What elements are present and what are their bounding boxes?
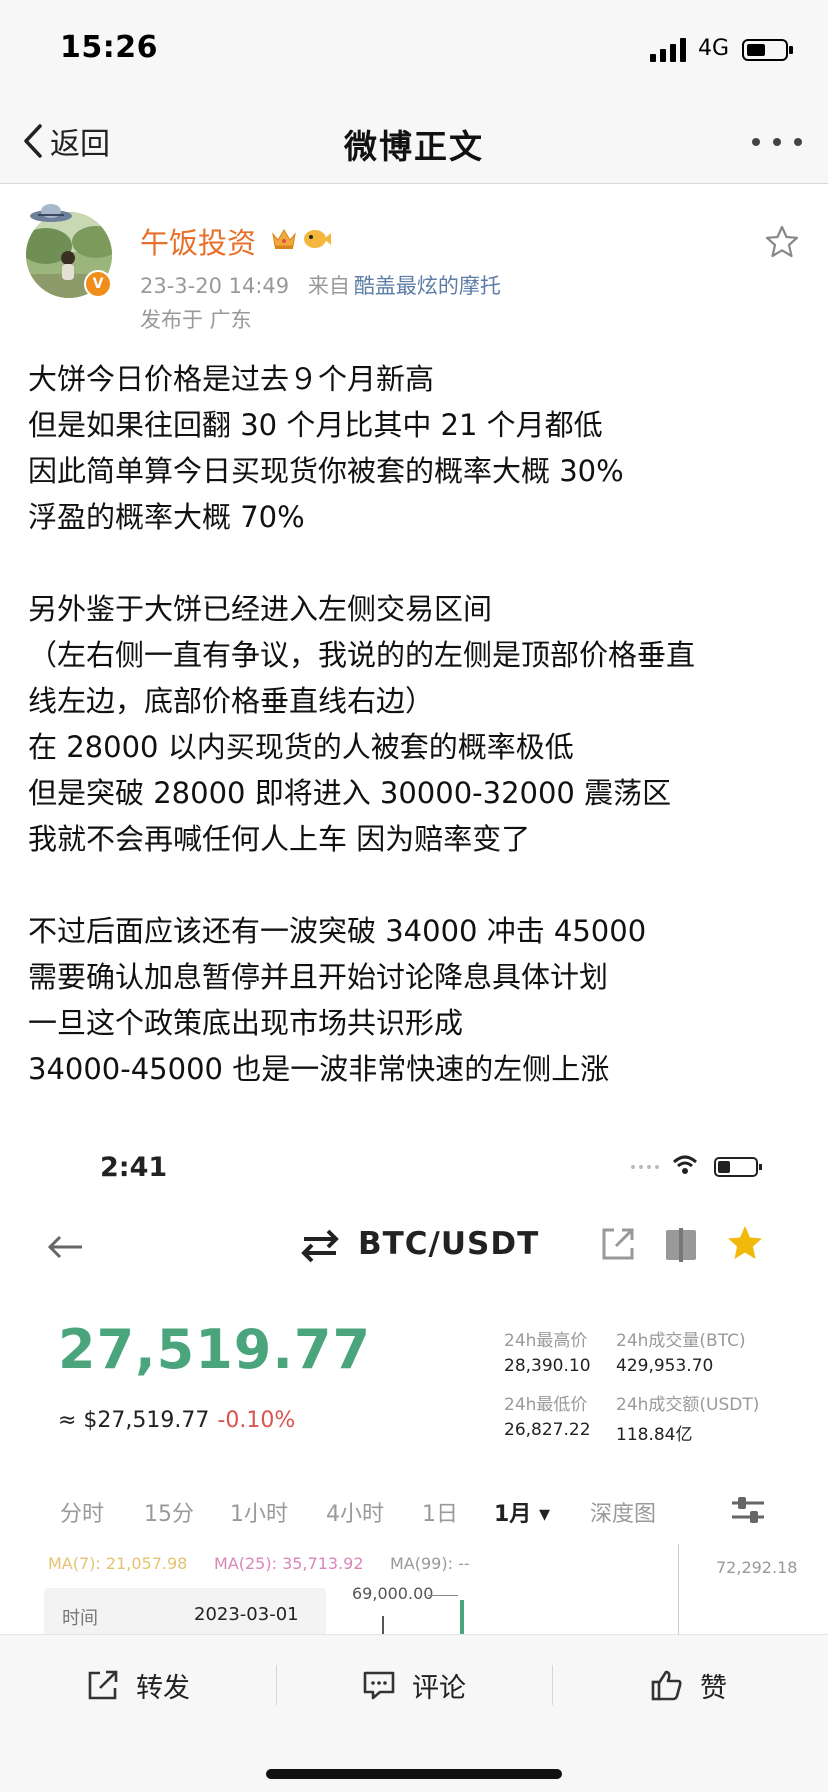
- fiat-value: ≈ $27,519.77: [58, 1408, 210, 1433]
- verified-badge-icon: V: [84, 270, 112, 298]
- content-line: 因此简单算今日买现货你被套的概率大概 30%: [28, 454, 624, 488]
- content-line: 但是如果往回翻 30 个月比其中 21 个月都低: [28, 408, 603, 442]
- price-level-label: 69,000.00: [352, 1584, 434, 1603]
- content-line: 在 28000 以内买现货的人被套的概率极低: [28, 730, 574, 764]
- page-title: 微博正文: [344, 127, 484, 166]
- status-bar: 15:26 4G: [0, 0, 828, 100]
- price-change: -0.10%: [217, 1408, 296, 1433]
- content-line: 大饼今日价格是过去９个月新高: [28, 362, 435, 396]
- post-timestamp: 23-3-20 14:49: [140, 274, 290, 298]
- trading-pair: BTC/USDT: [358, 1226, 540, 1262]
- content-line: 需要确认加息暂停并且开始讨论降息具体计划: [28, 960, 609, 994]
- thumbs-up-icon: [651, 1670, 682, 1701]
- stat-vol-usdt-value: 118.84亿: [616, 1425, 693, 1445]
- content-line: 但是突破 28000 即将进入 30000-32000 震荡区: [28, 776, 672, 810]
- tab-1h[interactable]: 1小时: [230, 1496, 288, 1528]
- post-content: 大饼今日价格是过去９个月新高 但是如果往回翻 30 个月比其中 21 个月都低 …: [28, 356, 808, 1092]
- ma7-label: MA(7): 21,057.98: [48, 1554, 188, 1573]
- share-icon[interactable]: [600, 1226, 636, 1262]
- embedded-screenshot[interactable]: 2:41 BTC/USDT 27,519.77 ≈ $27,519.77 -0.…: [0, 1120, 828, 1640]
- status-time: 15:26: [60, 30, 158, 65]
- stat-low-value: 26,827.22: [504, 1420, 591, 1440]
- content-line: （左右侧一直有争议，我说的的左侧是顶部价格垂直: [28, 638, 696, 672]
- wifi-icon: [672, 1155, 698, 1174]
- signal-dots-icon: [631, 1165, 659, 1169]
- post-source-link[interactable]: 酷盖最炫的摩托: [354, 274, 501, 298]
- repost-button[interactable]: 转发: [86, 1663, 190, 1707]
- content-line: 我就不会再喊任何人上车 因为赔率变了: [28, 822, 531, 856]
- last-price: 27,519.77: [58, 1318, 372, 1381]
- content-line: 一旦这个政策底出现市场共识形成: [28, 1006, 464, 1040]
- more-icon[interactable]: [750, 128, 804, 156]
- crosshair-line: [678, 1544, 679, 1640]
- star-filled-icon[interactable]: [726, 1224, 764, 1262]
- content-line: 不过后面应该还有一波突破 34000 冲击 45000: [28, 914, 647, 948]
- author-name[interactable]: 午饭投资: [140, 220, 256, 262]
- fiat-price: ≈ $27,519.77 -0.10%: [58, 1408, 295, 1433]
- content-line: 34000-45000 也是一波非常快速的左侧上涨: [28, 1052, 610, 1086]
- signal-icon: [650, 38, 686, 62]
- swap-icon[interactable]: [300, 1228, 340, 1264]
- crosshair-info-panel: 时间 2023-03-01: [44, 1588, 326, 1640]
- tab-fenshi[interactable]: 分时: [60, 1496, 104, 1528]
- divider: [552, 1665, 553, 1705]
- axis-max-label: 72,292.18: [716, 1558, 798, 1577]
- tab-15m[interactable]: 15分: [144, 1496, 194, 1528]
- post-meta: 23-3-20 14:49 来自 酷盖最炫的摩托: [140, 270, 501, 300]
- like-label: 赞: [700, 1672, 727, 1704]
- post-location: 发布于 广东: [140, 308, 252, 332]
- comment-icon: [363, 1671, 395, 1700]
- comment-label: 评论: [412, 1672, 466, 1704]
- like-button[interactable]: 赞: [650, 1663, 727, 1707]
- battery-icon: [714, 1157, 762, 1177]
- tab-1d[interactable]: 1日: [422, 1496, 458, 1528]
- embed-status-time: 2:41: [100, 1152, 168, 1183]
- home-indicator: [266, 1769, 562, 1779]
- stat-high-label: 24h最高价: [504, 1331, 588, 1351]
- pufferfish-badge-icon: [304, 230, 331, 248]
- stat-vol-btc-value: 429,953.70: [616, 1356, 714, 1376]
- chart-interval-tabs: 分时 15分 1小时 4小时 1日 1月 ▾ 深度图: [0, 1496, 828, 1540]
- favorite-star-icon[interactable]: [764, 224, 800, 260]
- tab-depth[interactable]: 深度图: [590, 1496, 656, 1528]
- stat-low-label: 24h最低价: [504, 1395, 588, 1415]
- network-type: 4G: [698, 36, 730, 61]
- price-level-line: [428, 1595, 458, 1596]
- panel-value: 2023-03-01: [194, 1604, 299, 1625]
- crown-badge-icon: [272, 229, 296, 249]
- stat-high-value: 28,390.10: [504, 1356, 591, 1376]
- nav-bar: 返回 微博正文: [0, 100, 828, 184]
- sliders-icon[interactable]: [730, 1494, 766, 1526]
- book-icon[interactable]: [664, 1226, 698, 1264]
- tab-1m[interactable]: 1月 ▾: [494, 1496, 550, 1528]
- stat-vol-usdt-label: 24h成交额(USDT): [616, 1395, 760, 1415]
- stat-vol-btc-label: 24h成交量(BTC): [616, 1331, 746, 1351]
- repost-icon: [88, 1670, 118, 1700]
- arrow-left-icon[interactable]: [46, 1232, 86, 1262]
- panel-key: 时间: [62, 1608, 98, 1629]
- author-avatar[interactable]: V: [26, 200, 116, 300]
- ma25-label: MA(25): 35,713.92: [214, 1554, 364, 1573]
- tab-4h[interactable]: 4小时: [326, 1496, 384, 1528]
- ufo-badge-icon: [30, 204, 72, 222]
- comment-button[interactable]: 评论: [362, 1663, 466, 1707]
- bottom-action-bar: 转发 评论 赞: [0, 1634, 828, 1792]
- source-prefix: 来自: [307, 274, 350, 298]
- repost-label: 转发: [136, 1672, 190, 1704]
- battery-icon: [742, 39, 793, 61]
- content-line: 浮盈的概率大概 70%: [28, 500, 305, 534]
- content-line: 另外鉴于大饼已经进入左侧交易区间: [28, 592, 493, 626]
- divider: [276, 1665, 277, 1705]
- content-line: 线左边，底部价格垂直线右边）: [28, 684, 435, 718]
- ma99-label: MA(99): --: [390, 1554, 470, 1573]
